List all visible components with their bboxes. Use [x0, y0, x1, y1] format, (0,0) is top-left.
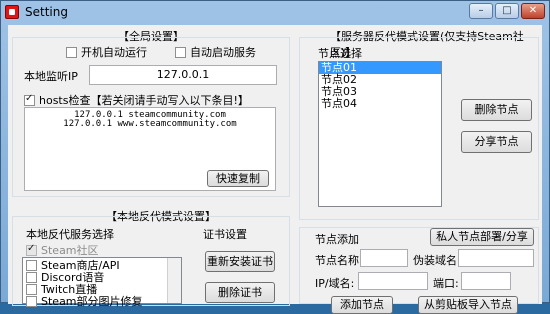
service-list-scrollbar[interactable] [167, 258, 181, 303]
listen-ip-label: 本地监听IP [24, 70, 78, 83]
title-bar[interactable]: Setting – □ ✕ [1, 1, 549, 23]
service-image-fix-checkbox[interactable] [26, 295, 37, 307]
service-discord-checkbox[interactable] [26, 271, 37, 283]
node-name-input[interactable] [360, 249, 408, 267]
ip-domain-input[interactable] [358, 272, 428, 290]
quick-copy-button[interactable]: 快速复制 [207, 170, 269, 187]
autoservice-checkbox[interactable]: 自动启动服务 [175, 44, 256, 60]
listen-ip-input[interactable]: 127.0.0.1 [89, 65, 277, 85]
import-node-button[interactable]: 从剪贴板导入节点 [418, 296, 518, 314]
node-list[interactable]: 节点01 节点02 节点03 节点04 [318, 61, 442, 207]
autostart-checkbox[interactable]: 开机自动运行 [66, 44, 147, 60]
node-add-label: 节点添加 [315, 233, 359, 246]
hosts-check-checkbox-box[interactable] [24, 93, 35, 106]
node-name-label: 节点名称: [315, 254, 363, 267]
fake-domain-label: 伪装域名: [413, 254, 461, 267]
service-twitch-checkbox[interactable] [26, 283, 37, 295]
close-button[interactable]: ✕ [521, 3, 545, 19]
fake-domain-input[interactable] [458, 249, 534, 267]
autoservice-checkbox-box[interactable] [175, 46, 186, 58]
share-node-button[interactable]: 分享节点 [461, 131, 532, 153]
hosts-entries-textarea[interactable]: 127.0.0.1 steamcommunity.com 127.0.0.1 w… [24, 107, 276, 191]
hosts-check-checkbox[interactable]: hosts检查【若关闭请手动写入以下条目!】 [24, 92, 249, 108]
cert-settings-label: 证书设置 [203, 228, 247, 241]
settings-window: Setting – □ ✕ 【全局设置】 开机自动运行 自动启动服务 本地监听I… [0, 0, 550, 314]
delete-node-button[interactable]: 删除节点 [461, 99, 532, 121]
hosts-line-2: 127.0.0.1 www.steamcommunity.com [63, 119, 237, 129]
hosts-check-label: hosts检查【若关闭请手动写入以下条目!】 [39, 94, 249, 107]
service-list[interactable]: Steam商店/API Discord语音 Twitch直播 Steam部分图片… [22, 257, 184, 308]
steam-community-label: Steam社区 [41, 244, 99, 257]
autoservice-label: 自动启动服务 [190, 46, 256, 59]
service-item-image-fix[interactable]: Steam部分图片修复 [26, 295, 184, 308]
autostart-checkbox-box[interactable] [66, 46, 77, 58]
steam-community-checkbox: Steam社区 [26, 242, 99, 258]
node-item[interactable]: 节点04 [319, 98, 441, 110]
maximize-button[interactable]: □ [495, 3, 519, 19]
window-title: Setting [25, 5, 68, 19]
ip-domain-label: IP/域名: [315, 277, 355, 290]
service-store-api-checkbox[interactable] [26, 259, 37, 271]
add-node-button[interactable]: 添加节点 [331, 296, 393, 314]
private-deploy-button[interactable]: 私人节点部署/分享 [430, 228, 534, 246]
app-icon [5, 5, 19, 19]
port-label: 端口: [433, 277, 459, 290]
steam-community-checkbox-box [26, 243, 37, 256]
port-input[interactable] [461, 272, 511, 290]
service-image-fix-label: Steam部分图片修复 [41, 295, 143, 308]
service-select-label: 本地反代服务选择 [26, 228, 114, 241]
node-select-label: 节点选择 [318, 47, 362, 60]
settings-client-area: 【全局设置】 开机自动运行 自动启动服务 本地监听IP 127.0.0.1 ho… [8, 25, 542, 314]
delete-cert-button[interactable]: 删除证书 [205, 282, 275, 303]
autostart-label: 开机自动运行 [81, 46, 147, 59]
minimize-button[interactable]: – [469, 3, 493, 19]
reinstall-cert-button[interactable]: 重新安装证书 [205, 251, 275, 272]
